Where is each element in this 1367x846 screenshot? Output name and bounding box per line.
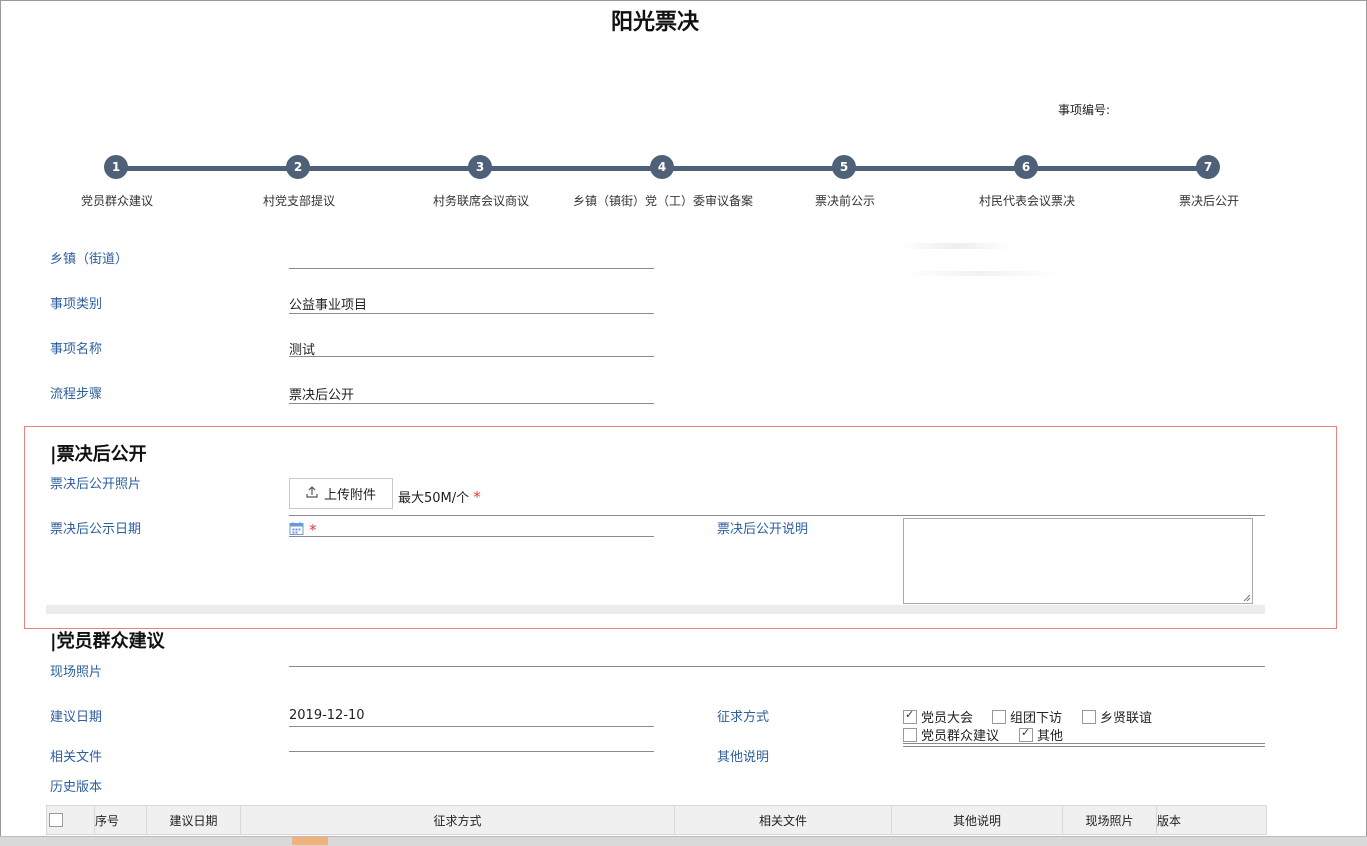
step-6-circle[interactable]: 6 — [1014, 155, 1038, 179]
suggestion-section-title: |党员群众建议 — [50, 631, 165, 652]
col-header: 现场照片 — [1062, 805, 1157, 835]
item-name-underline — [289, 356, 654, 357]
date-picker-field[interactable]: * — [289, 520, 317, 540]
site-photo-underline — [289, 666, 1265, 667]
method-underline — [903, 746, 1265, 747]
related-files-label: 相关文件 — [50, 750, 103, 765]
col-header: 版本 — [1156, 805, 1267, 835]
item-name-label: 事项名称 — [50, 342, 103, 357]
process-step-underline — [289, 403, 654, 404]
resize-grip-icon[interactable] — [1243, 594, 1251, 602]
step-2-label[interactable]: 村党支部提议 — [263, 192, 335, 209]
method-option[interactable]: 党员群众建议 — [903, 725, 999, 744]
blurred-value — [900, 243, 1015, 249]
blurred-value — [900, 271, 1060, 276]
col-header: 相关文件 — [674, 805, 892, 835]
col-header: 建议日期 — [146, 805, 241, 835]
scrollbar-thumb[interactable] — [292, 837, 328, 845]
col-header: 征求方式 — [240, 805, 675, 835]
method-checkbox[interactable] — [903, 708, 917, 724]
method-checkbox[interactable] — [992, 710, 1006, 724]
method-option[interactable]: 组团下访 — [992, 707, 1062, 726]
upload-button-label: 上传附件 — [323, 488, 376, 503]
suggestion-date-underline — [289, 726, 654, 727]
select-all-cell[interactable] — [46, 805, 95, 835]
max-size-note: 最大50M/个 * — [398, 487, 481, 506]
related-files-underline — [289, 751, 654, 752]
township-underline — [289, 268, 654, 269]
calendar-icon[interactable] — [289, 521, 304, 540]
category-label: 事项类别 — [50, 297, 103, 312]
township-label: 乡镇（街道） — [50, 252, 129, 267]
step-5-circle[interactable]: 5 — [832, 155, 856, 179]
step-4-label[interactable]: 乡镇（镇街）党（工）委审议备案 — [573, 192, 753, 209]
max-size-text: 最大50M/个 — [398, 491, 470, 506]
method-checkbox[interactable] — [1019, 726, 1033, 742]
method-option-label: 组团下访 — [1010, 711, 1063, 726]
method-option-label: 乡贤联谊 — [1100, 711, 1153, 726]
method-option[interactable]: 乡贤联谊 — [1082, 707, 1152, 726]
process-step-label: 流程步骤 — [50, 387, 103, 402]
page-title: 阳光票决 — [610, 10, 699, 35]
post-vote-photo-label: 票决后公开照片 — [50, 477, 142, 492]
required-mark: * — [473, 488, 481, 506]
history-version-label: 历史版本 — [50, 780, 103, 795]
col-header: 序号 — [94, 805, 147, 835]
photo-underline — [289, 515, 1265, 516]
post-vote-section-title: |票决后公开 — [50, 444, 147, 465]
step-7-circle[interactable]: 7 — [1196, 155, 1220, 179]
method-option[interactable]: 其他 — [1019, 725, 1063, 744]
date-underline — [289, 536, 654, 537]
table-header-row: 序号 建议日期 征求方式 相关文件 其他说明 现场照片 版本 — [46, 805, 1267, 835]
select-all-checkbox[interactable] — [49, 812, 63, 827]
section-divider — [46, 605, 1265, 614]
method-checkbox[interactable] — [1082, 710, 1096, 724]
post-vote-date-label: 票决后公示日期 — [50, 522, 142, 537]
upload-attachment-button[interactable]: 上传附件 — [289, 478, 393, 509]
step-3-label[interactable]: 村务联席会议商议 — [433, 192, 529, 209]
method-option-label: 其他 — [1037, 729, 1064, 744]
step-5-label[interactable]: 票决前公示 — [815, 192, 875, 209]
step-6-label[interactable]: 村民代表会议票决 — [979, 192, 1075, 209]
method-option-label: 党员群众建议 — [921, 729, 1000, 744]
category-underline — [289, 313, 654, 314]
suggestion-date-label: 建议日期 — [50, 710, 103, 725]
step-4-circle[interactable]: 4 — [650, 155, 674, 179]
step-1-circle[interactable]: 1 — [104, 155, 128, 179]
step-7-label[interactable]: 票决后公开 — [1179, 192, 1239, 209]
post-vote-desc-textarea[interactable] — [903, 518, 1253, 604]
method-label: 征求方式 — [717, 710, 770, 725]
site-photo-label: 现场照片 — [50, 665, 103, 680]
category-value: 公益事业项目 — [289, 298, 368, 313]
step-1-label[interactable]: 党员群众建议 — [81, 192, 153, 209]
history-table: 序号 建议日期 征求方式 相关文件 其他说明 现场照片 版本 — [46, 805, 1267, 835]
process-step-value: 票决后公开 — [289, 388, 355, 403]
window-frame — [0, 0, 1367, 845]
step-2-circle[interactable]: 2 — [286, 155, 310, 179]
upload-icon — [306, 485, 318, 502]
method-option-label: 党员大会 — [921, 711, 974, 726]
method-option[interactable]: 党员大会 — [903, 707, 973, 726]
col-header: 其他说明 — [891, 805, 1063, 835]
post-vote-desc-label: 票决后公开说明 — [717, 522, 809, 537]
method-underline — [903, 743, 1265, 744]
method-checkbox[interactable] — [903, 728, 917, 742]
other-desc-label: 其他说明 — [717, 750, 770, 765]
suggestion-date-value: 2019-12-10 — [289, 708, 365, 723]
step-3-circle[interactable]: 3 — [468, 155, 492, 179]
item-number-label: 事项编号: — [1058, 103, 1111, 117]
